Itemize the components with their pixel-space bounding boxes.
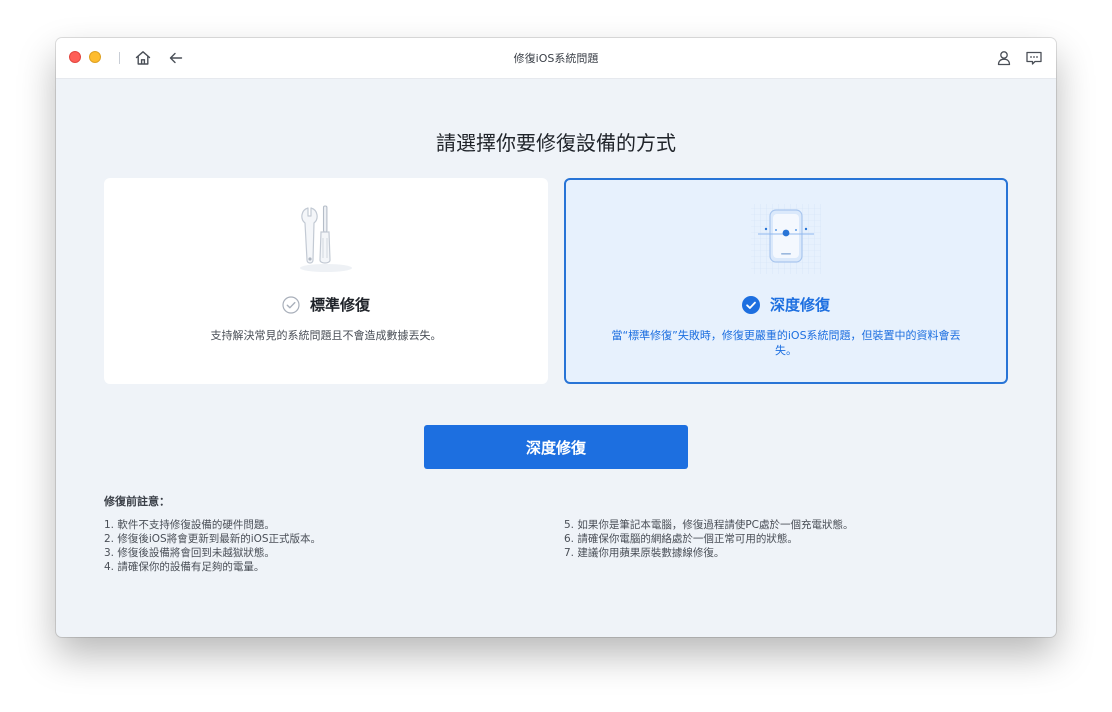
deep-repair-button[interactable]: 深度修復 (424, 425, 688, 469)
note-item: 1. 軟件不支持修復設備的硬件問題。 (104, 519, 275, 531)
note-item: 3. 修復後設備將會回到未越獄狀態。 (104, 547, 275, 559)
app-window: 修復iOS系統問題 請選擇你要修復設備的方式 標準修復 支持解決常見的系統問題且… (56, 38, 1056, 637)
page-heading: 請選擇你要修復設備的方式 (436, 131, 676, 156)
tools-icon (300, 205, 352, 272)
notes-list-right: 5. 如果你是筆記本電腦，修復過程請使PC處於一個充電狀態。 6. 請確保你電腦… (564, 518, 854, 560)
notes-list-left: 1. 軟件不支持修復設備的硬件問題。 2. 修復後iOS將會更新到最新的iOS正… (104, 518, 321, 574)
window-title: 修復iOS系統問題 (513, 52, 599, 65)
standard-repair-card[interactable]: 標準修復 支持解決常見的系統問題且不會造成數據丟失。 (104, 178, 548, 384)
deep-repair-description: 當“標準修復”失敗時，修復更嚴重的iOS系統問題，但裝置中的資料會丟失。 (611, 329, 961, 357)
deep-repair-title-row: 深度修復 (566, 294, 1006, 315)
note-item: 5. 如果你是筆記本電腦，修復過程請使PC處於一個充電狀態。 (564, 519, 854, 531)
note-item: 4. 請確保你的設備有足夠的電量。 (104, 561, 265, 573)
feedback-icon[interactable] (1025, 49, 1043, 67)
note-item: 7. 建議你用蘋果原裝數據線修復。 (564, 547, 725, 559)
standard-repair-title-row: 標準修復 (104, 294, 548, 315)
title-bar: 修復iOS系統問題 (56, 38, 1056, 79)
user-icon[interactable] (995, 49, 1013, 67)
deep-repair-card[interactable]: 深度修復 當“標準修復”失敗時，修復更嚴重的iOS系統問題，但裝置中的資料會丟失… (564, 178, 1008, 384)
selected-check-icon (741, 295, 760, 314)
note-item: 6. 請確保你電腦的網絡處於一個正常可用的狀態。 (564, 533, 798, 545)
standard-repair-description: 支持解決常見的系統問題且不會造成數據丟失。 (210, 329, 442, 342)
standard-repair-title: 標準修復 (309, 296, 370, 314)
device-icon (751, 204, 821, 274)
deep-repair-title: 深度修復 (769, 296, 830, 314)
note-item: 2. 修復後iOS將會更新到最新的iOS正式版本。 (104, 533, 322, 545)
notes-heading: 修復前註意： (104, 495, 170, 508)
unselected-check-icon (282, 295, 300, 314)
